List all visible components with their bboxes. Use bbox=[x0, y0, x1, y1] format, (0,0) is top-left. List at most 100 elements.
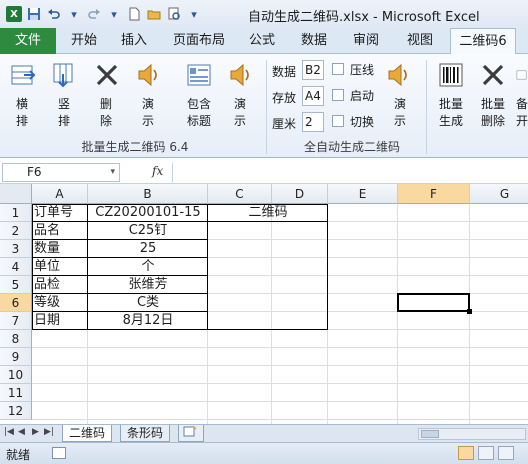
tab-qrcode6[interactable]: 二维码6 bbox=[450, 28, 516, 55]
last-sheet-icon[interactable]: ▶| bbox=[44, 427, 54, 437]
row-header-4[interactable]: 4 bbox=[0, 258, 32, 276]
cell-a6[interactable]: 等级 bbox=[34, 294, 90, 312]
page-layout-view-button[interactable] bbox=[478, 446, 494, 460]
cell-b2[interactable]: C25钉 bbox=[88, 222, 208, 240]
horizontal-layout-button[interactable]: 横 排 bbox=[12, 96, 32, 130]
row-header-12[interactable]: 12 bbox=[0, 402, 32, 420]
cell-a4[interactable]: 单位 bbox=[34, 258, 90, 276]
tab-file[interactable]: 文件 bbox=[0, 28, 56, 54]
backup-button[interactable]: 备 开 bbox=[516, 96, 528, 130]
speaker-icon bbox=[136, 62, 162, 88]
tab-data[interactable]: 数据 bbox=[292, 28, 336, 54]
next-sheet-icon[interactable]: ▶ bbox=[32, 427, 39, 437]
undo-icon[interactable] bbox=[46, 6, 62, 22]
press-line-checkbox[interactable] bbox=[332, 63, 344, 75]
barcode-icon bbox=[438, 62, 464, 88]
gridline bbox=[32, 347, 528, 348]
column-header-d[interactable]: D bbox=[272, 184, 328, 204]
sheet-tab-barcode[interactable]: 条形码 bbox=[120, 425, 171, 442]
tab-view[interactable]: 视图 bbox=[398, 28, 442, 54]
cell-c1[interactable]: 二维码 bbox=[208, 204, 328, 222]
column-header-b[interactable]: B bbox=[88, 184, 208, 204]
print-preview-icon[interactable] bbox=[166, 6, 182, 22]
size-field-input[interactable]: 2 bbox=[302, 112, 324, 132]
prev-sheet-icon[interactable]: ◀ bbox=[18, 427, 25, 437]
column-header-f[interactable]: F bbox=[398, 184, 470, 204]
cell-b6[interactable]: C类 bbox=[88, 294, 208, 312]
tab-page-layout[interactable]: 页面布局 bbox=[166, 28, 232, 54]
cell-b4[interactable]: 个 bbox=[88, 258, 208, 276]
cell-a5[interactable]: 品检 bbox=[34, 276, 90, 294]
cell-b3[interactable]: 25 bbox=[88, 240, 208, 258]
tab-formulas[interactable]: 公式 bbox=[240, 28, 284, 54]
sheet-tab-qrcode[interactable]: 二维码 bbox=[62, 425, 113, 442]
demo-button-2[interactable]: 演 示 bbox=[230, 96, 250, 130]
ribbon: 横 排 竖 排 删 除 演 示 包含 标题 演 示 批量生成二维码 6.4 数据… bbox=[0, 54, 528, 158]
cell-a3[interactable]: 数量 bbox=[34, 240, 90, 258]
cell-a1[interactable]: 订单号 bbox=[34, 204, 90, 222]
data-field-label: 数据 bbox=[272, 65, 297, 79]
excel-logo-icon[interactable]: X bbox=[6, 6, 22, 22]
scroll-thumb[interactable] bbox=[421, 430, 439, 438]
row-header-9[interactable]: 9 bbox=[0, 348, 32, 366]
switch-checkbox[interactable] bbox=[332, 115, 344, 127]
first-sheet-icon[interactable]: |◀ bbox=[4, 427, 14, 437]
selected-cell-outline[interactable] bbox=[397, 293, 470, 312]
redo-icon[interactable] bbox=[86, 6, 102, 22]
data-field-input[interactable]: B2 bbox=[302, 60, 324, 80]
tab-home[interactable]: 开始 bbox=[62, 28, 106, 54]
batch-generate-button[interactable]: 批量 生成 bbox=[436, 96, 466, 130]
cell-a7[interactable]: 日期 bbox=[34, 312, 90, 330]
cell-b1[interactable]: CZ20200101-15 bbox=[88, 204, 208, 222]
spreadsheet-grid[interactable]: A B C D E F G 1 2 3 4 5 6 7 8 9 10 11 12 订单号 CZ20200101-15 二维… bbox=[0, 184, 528, 424]
name-box[interactable]: F6 ▾ bbox=[2, 163, 120, 182]
insert-function-button[interactable]: fx bbox=[152, 164, 163, 178]
normal-view-button[interactable] bbox=[458, 446, 474, 460]
row-header-5[interactable]: 5 bbox=[0, 276, 32, 294]
customize-qat-icon[interactable]: ▾ bbox=[186, 6, 202, 22]
redo-dropdown-icon[interactable]: ▾ bbox=[106, 6, 122, 22]
batch-delete-button[interactable]: 批量 删除 bbox=[478, 96, 508, 130]
vertical-layout-button[interactable]: 竖 排 bbox=[54, 96, 74, 130]
formula-input[interactable] bbox=[172, 163, 526, 182]
row-header-1[interactable]: 1 bbox=[0, 204, 32, 222]
cell-a2[interactable]: 品名 bbox=[34, 222, 90, 240]
horizontal-scrollbar[interactable] bbox=[418, 428, 526, 440]
cell-b5[interactable]: 张维芳 bbox=[88, 276, 208, 294]
row-header-11[interactable]: 11 bbox=[0, 384, 32, 402]
tab-review[interactable]: 审阅 bbox=[344, 28, 388, 54]
start-checkbox[interactable] bbox=[332, 89, 344, 101]
row-header-2[interactable]: 2 bbox=[0, 222, 32, 240]
demo-button-1[interactable]: 演 示 bbox=[138, 96, 158, 130]
open-icon[interactable] bbox=[146, 6, 162, 22]
row-header-8[interactable]: 8 bbox=[0, 330, 32, 348]
store-field-input[interactable]: A4 bbox=[302, 86, 324, 106]
demo3-label-2: 示 bbox=[393, 114, 406, 128]
macro-record-icon[interactable] bbox=[52, 447, 66, 459]
select-all-corner[interactable] bbox=[0, 184, 32, 204]
new-sheet-icon[interactable] bbox=[178, 425, 204, 442]
demo-button-3[interactable]: 演 示 bbox=[390, 96, 410, 130]
undo-dropdown-icon[interactable]: ▾ bbox=[66, 6, 82, 22]
column-header-g[interactable]: G bbox=[470, 184, 528, 204]
row-header-6[interactable]: 6 bbox=[0, 294, 32, 312]
backup-icon bbox=[516, 62, 528, 88]
include-title-button[interactable]: 包含 标题 bbox=[182, 96, 216, 130]
fill-handle[interactable] bbox=[467, 309, 472, 314]
ribbon-tabs: 文件 开始 插入 页面布局 公式 数据 审阅 视图 二维码6 bbox=[0, 28, 528, 55]
column-header-a[interactable]: A bbox=[32, 184, 88, 204]
tab-insert[interactable]: 插入 bbox=[112, 28, 156, 54]
delete-button[interactable]: 删 除 bbox=[96, 96, 116, 130]
save-icon[interactable] bbox=[26, 6, 42, 22]
name-box-dropdown-icon[interactable]: ▾ bbox=[110, 164, 115, 181]
row-header-10[interactable]: 10 bbox=[0, 366, 32, 384]
row-header-7[interactable]: 7 bbox=[0, 312, 32, 330]
delete-label-2: 除 bbox=[99, 114, 112, 128]
delete-icon bbox=[480, 62, 506, 88]
page-break-view-button[interactable] bbox=[498, 446, 514, 460]
row-header-3[interactable]: 3 bbox=[0, 240, 32, 258]
column-header-e[interactable]: E bbox=[328, 184, 398, 204]
column-header-c[interactable]: C bbox=[208, 184, 272, 204]
new-icon[interactable] bbox=[126, 6, 142, 22]
cell-b7[interactable]: 8月12日 bbox=[88, 312, 208, 330]
